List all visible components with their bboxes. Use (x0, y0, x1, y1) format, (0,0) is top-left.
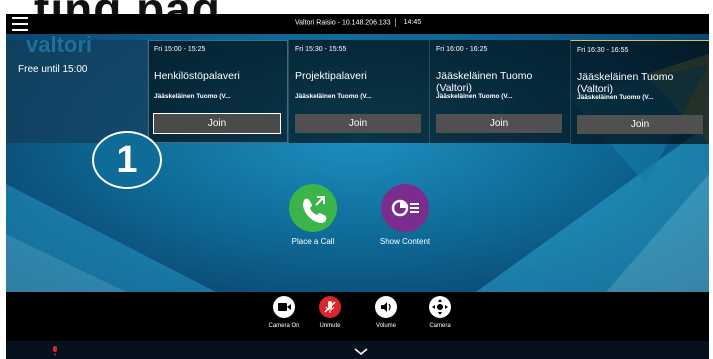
share-content-icon (381, 184, 429, 232)
meeting-title: Henkilöstöpalaveri (154, 70, 240, 82)
join-button[interactable]: Join (295, 114, 421, 133)
status-separator (394, 18, 396, 27)
volume-button[interactable]: Volume (366, 296, 406, 329)
meeting-time: Fri 15:00 - 15:25 (154, 46, 206, 53)
meeting-time: Fri 16:30 - 16:55 (577, 47, 629, 54)
chevron-down-icon[interactable] (353, 344, 369, 356)
meeting-tile: Fri 16:30 - 16:55 Jääskeläinen Tuomo (Va… (570, 40, 709, 144)
unmute-label: Unmute (319, 323, 341, 329)
meeting-organizer: Jääskeläinen Tuomo (V... (577, 94, 654, 101)
phone-icon (289, 184, 337, 232)
meeting-organizer: Jääskeläinen Tuomo (V... (436, 93, 513, 100)
show-content-label: Show Content (379, 237, 431, 246)
valtori-logo: valtori (26, 34, 93, 57)
meeting-list: valtori Free until 15:00 Fri 15:00 - 15:… (6, 34, 709, 144)
control-bar: Camera On Unmute Volume Camera (6, 292, 709, 341)
camera-icon (273, 296, 295, 318)
volume-label: Volume (375, 323, 396, 329)
touch-panel-screen: ting pag Valtori Raisio - 10.148.206.133… (0, 0, 713, 359)
meeting-tile: Fri 15:30 - 15:55 Projektipalaveri Jääsk… (288, 40, 429, 143)
place-call-label: Place a Call (291, 237, 335, 246)
meeting-time: Fri 15:30 - 15:55 (295, 46, 347, 53)
camera-on-label: Camera On (268, 323, 300, 329)
mic-muted-icon (319, 296, 341, 318)
footer-bar (6, 341, 709, 359)
home-stage: valtori Free until 15:00 Fri 15:00 - 15:… (6, 34, 709, 292)
meeting-organizer: Jääskeläinen Tuomo (V... (295, 93, 372, 100)
join-button[interactable]: Join (154, 114, 280, 133)
free-until-tile: valtori Free until 15:00 (6, 34, 147, 143)
meeting-time: Fri 16:00 - 16:25 (436, 46, 488, 53)
status-text: Valtori Raisio - 10.148.206.133 14:45 (295, 18, 421, 27)
speaker-icon (375, 296, 397, 318)
clock: 14:45 (403, 19, 422, 27)
meeting-organizer: Jääskeläinen Tuomo (V... (154, 93, 231, 100)
system-name: Valtori Raisio - 10.148.206.133 (295, 19, 391, 27)
place-call-button[interactable]: Place a Call (278, 184, 348, 246)
meeting-title: Jääskeläinen Tuomo (Valtori) (436, 70, 533, 94)
mic-indicator-icon (50, 344, 60, 356)
show-content-button[interactable]: Show Content (370, 184, 440, 246)
camera-control-icon (429, 296, 451, 318)
join-button[interactable]: Join (577, 115, 703, 134)
menu-icon[interactable] (12, 17, 28, 31)
join-button[interactable]: Join (436, 114, 562, 133)
meeting-title: Projektipalaveri (295, 70, 367, 82)
camera-label: Camera (429, 323, 451, 329)
unmute-button[interactable]: Unmute (310, 296, 350, 329)
status-bar: Valtori Raisio - 10.148.206.133 14:45 (6, 14, 709, 34)
free-until-text: Free until 15:00 (18, 64, 88, 75)
camera-on-button[interactable]: Camera On (264, 296, 304, 329)
camera-control-button[interactable]: Camera (420, 296, 460, 329)
right-edge (709, 0, 713, 359)
meeting-title: Jääskeläinen Tuomo (Valtori) (577, 71, 674, 95)
callout-number-badge: 1 (92, 131, 162, 189)
meeting-tile: Fri 16:00 - 16:25 Jääskeläinen Tuomo (Va… (429, 40, 570, 143)
meeting-tile: Fri 15:00 - 15:25 Henkilöstöpalaveri Jää… (147, 40, 288, 143)
